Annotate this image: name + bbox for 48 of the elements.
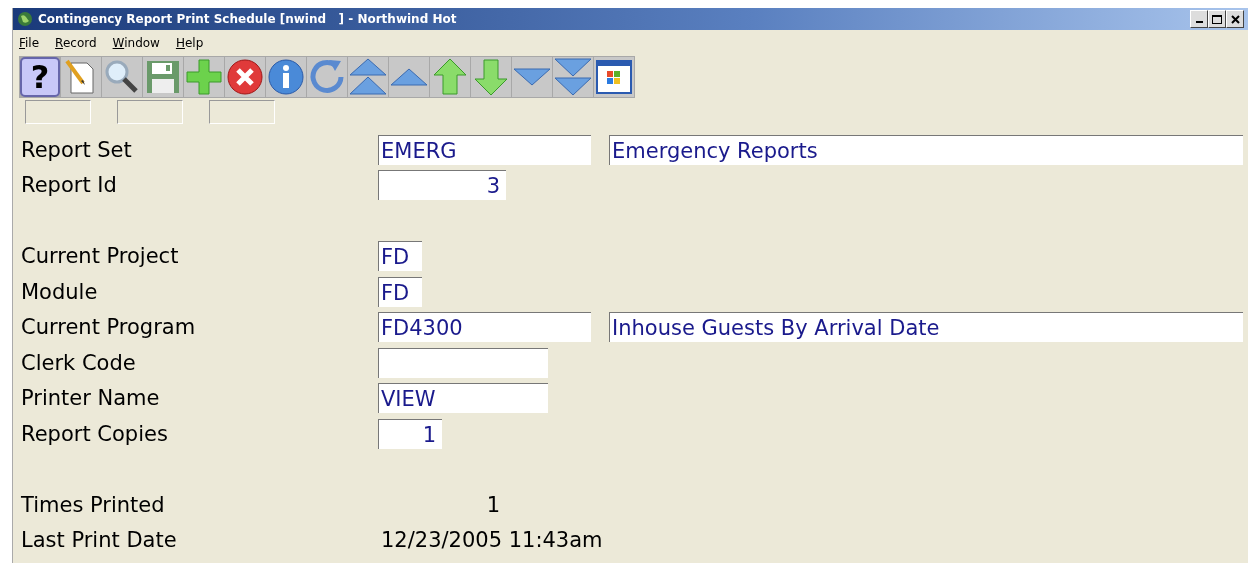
field-value: 12/23/2005 11:43am	[380, 527, 604, 555]
field-label: Module	[21, 279, 99, 304]
toolbar-button[interactable]	[102, 57, 142, 97]
field-label: Printer Name	[21, 386, 161, 411]
input-field[interactable]: Emergency Reports	[609, 134, 1243, 165]
help-button[interactable]: ?	[20, 57, 60, 97]
field-label: Last Print Date	[21, 528, 178, 553]
input-field[interactable]: 3	[378, 170, 506, 201]
double-up-arrow-icon	[348, 57, 388, 97]
window-icon	[594, 57, 634, 97]
input-field[interactable]: EMERG	[378, 134, 591, 165]
toolbar-button[interactable]	[594, 57, 634, 97]
minimize-button[interactable]	[1190, 10, 1208, 28]
field-label: Report Id	[21, 173, 118, 198]
status-box	[209, 100, 275, 124]
window-title: Contingency Report Print Schedule [nwind ] - Northwind Hot	[38, 12, 458, 26]
status-box	[117, 100, 183, 124]
field-label: Report Copies	[21, 421, 169, 446]
menu-item[interactable]: Window	[112, 36, 160, 50]
close-icon	[1230, 14, 1240, 24]
maximize-button[interactable]	[1208, 10, 1226, 28]
field-label: Current Program	[21, 315, 197, 340]
toolbar-button[interactable]	[225, 57, 265, 97]
field-label: Clerk Code	[21, 350, 137, 375]
input-field[interactable]: 1	[378, 418, 442, 449]
field-label: Report Set	[21, 137, 133, 162]
status-box	[25, 100, 91, 124]
globe-icon	[17, 11, 33, 27]
input-field[interactable]	[378, 347, 548, 378]
double-down-arrow-icon	[553, 57, 593, 97]
close-button[interactable]	[1226, 10, 1244, 28]
minimize-icon	[1195, 21, 1203, 23]
input-field[interactable]: FD4300	[378, 312, 591, 343]
field-value: 1	[485, 491, 501, 519]
menu-item[interactable]: Help	[175, 36, 204, 50]
field-label: Current Project	[21, 244, 180, 269]
delete-icon	[225, 57, 265, 97]
input-field[interactable]: VIEW	[378, 383, 548, 414]
menu-item[interactable]: File	[19, 36, 40, 50]
input-field[interactable]: Inhouse Guests By Arrival Date	[609, 312, 1243, 343]
field-label: Times Printed	[21, 492, 166, 517]
input-field[interactable]: FD	[378, 276, 422, 307]
plus-icon	[184, 57, 224, 97]
menu-item[interactable]: Record	[55, 36, 97, 50]
maximize-icon	[1212, 14, 1222, 24]
toolbar-button[interactable]	[266, 57, 306, 97]
info-icon	[266, 57, 306, 97]
input-field[interactable]: FD	[378, 241, 422, 272]
